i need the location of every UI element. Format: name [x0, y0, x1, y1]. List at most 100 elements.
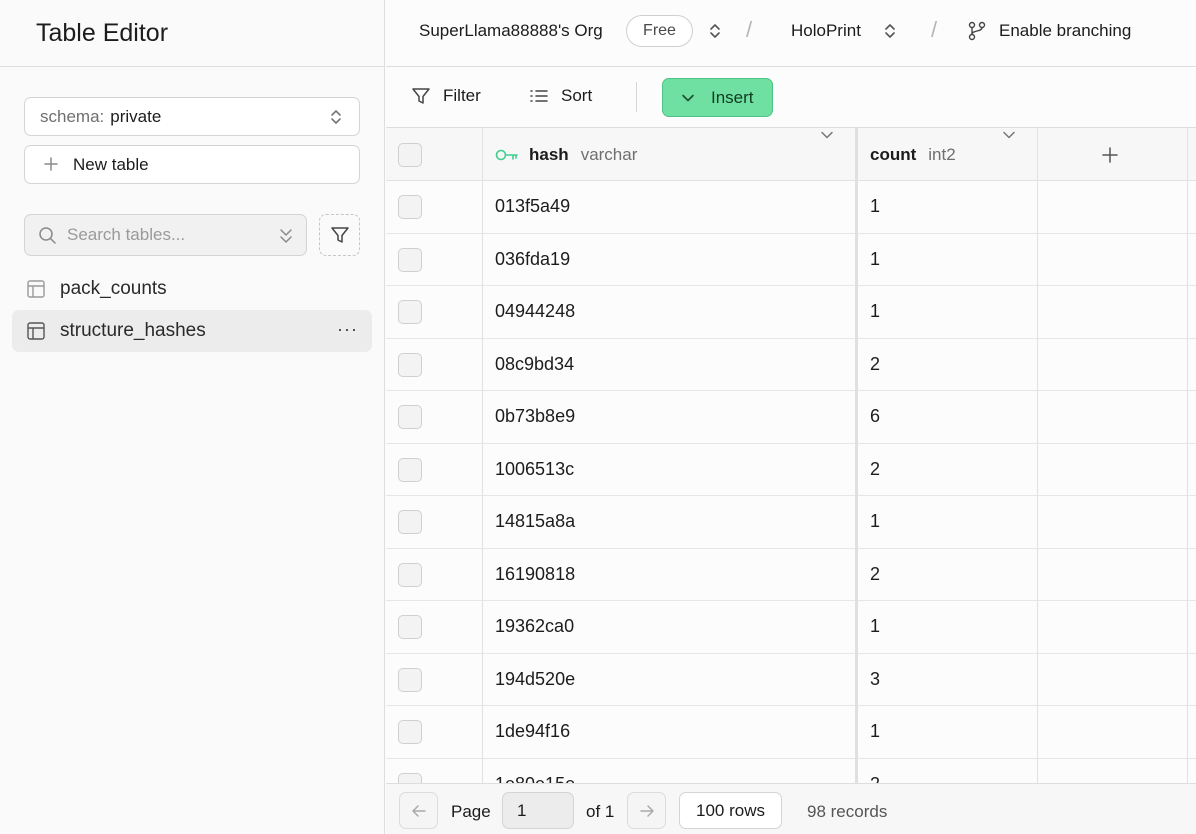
org-name[interactable]: SuperLlama88888's Org — [419, 21, 603, 41]
table-row[interactable]: 08c9bd34 2 — [386, 339, 1196, 391]
next-page-button[interactable] — [627, 792, 666, 829]
table-row[interactable]: 194d520e 3 — [386, 654, 1196, 706]
column-separator — [1187, 128, 1188, 783]
cell-hash[interactable]: 04944248 — [495, 301, 575, 322]
row-checkbox[interactable] — [398, 352, 422, 377]
cell-hash[interactable]: 1e80e15e — [495, 774, 575, 784]
row-checkbox[interactable] — [398, 195, 422, 219]
table-row[interactable]: 19362ca0 1 — [386, 601, 1196, 654]
arrow-left-icon — [411, 803, 427, 819]
cell-hash[interactable]: 013f5a49 — [495, 196, 570, 217]
filter-button[interactable]: Filter — [411, 86, 481, 106]
sidebar-header: Table Editor — [0, 0, 384, 67]
sort-button[interactable]: Sort — [529, 86, 592, 106]
cell-hash[interactable]: 036fda19 — [495, 249, 570, 270]
page-number-input[interactable] — [502, 792, 574, 829]
toolbar: Filter Sort Insert — [386, 68, 1196, 128]
column-header-count[interactable]: count int2 — [870, 128, 956, 181]
chevron-updown-icon — [329, 108, 343, 131]
table-name: pack_counts — [60, 278, 167, 299]
row-checkbox[interactable] — [398, 667, 422, 692]
cell-count[interactable]: 2 — [870, 774, 880, 784]
cell-hash[interactable]: 16190818 — [495, 564, 575, 585]
row-checkbox[interactable] — [398, 772, 422, 783]
search-tables-input[interactable] — [67, 225, 267, 245]
table-row[interactable]: 04944248 1 — [386, 286, 1196, 339]
project-name[interactable]: HoloPrint — [791, 21, 861, 41]
filter-icon — [411, 86, 443, 106]
cell-count[interactable]: 1 — [870, 616, 880, 637]
cell-hash[interactable]: 08c9bd34 — [495, 354, 574, 375]
enable-branching-button[interactable]: Enable branching — [999, 21, 1131, 41]
column-resize-handle[interactable] — [855, 128, 858, 783]
row-checkbox[interactable] — [398, 510, 422, 534]
column-header-hash[interactable]: hash varchar — [495, 128, 637, 181]
chevron-double-down-icon[interactable] — [278, 226, 294, 251]
funnel-icon — [330, 225, 350, 245]
cell-count[interactable]: 3 — [870, 669, 880, 690]
table-row[interactable]: 036fda19 1 — [386, 234, 1196, 286]
project-switch-chevron-icon[interactable] — [883, 21, 897, 46]
page-label: Page — [451, 802, 491, 821]
insert-button[interactable]: Insert — [662, 78, 773, 117]
cell-hash[interactable]: 14815a8a — [495, 511, 575, 532]
key-icon — [495, 148, 519, 162]
cell-hash[interactable]: 194d520e — [495, 669, 575, 690]
table-row[interactable]: 1006513c 2 — [386, 444, 1196, 496]
column-separator — [482, 128, 483, 783]
table-row[interactable]: 013f5a49 1 — [386, 181, 1196, 234]
cell-hash[interactable]: 1006513c — [495, 459, 574, 480]
row-checkbox[interactable] — [398, 562, 422, 587]
add-column-button[interactable] — [1102, 142, 1118, 170]
column-name: count — [870, 144, 917, 164]
rows-per-page-button[interactable]: 100 rows — [679, 792, 782, 829]
table-row[interactable]: 14815a8a 1 — [386, 496, 1196, 549]
cell-count[interactable]: 2 — [870, 459, 880, 480]
table-name: structure_hashes — [60, 320, 206, 341]
row-checkbox[interactable] — [398, 720, 422, 744]
column-menu-chevron-icon[interactable] — [820, 128, 834, 142]
filter-tables-button[interactable] — [319, 214, 360, 256]
schema-value: private — [110, 106, 162, 126]
previous-page-button[interactable] — [399, 792, 438, 829]
column-type: int2 — [928, 144, 956, 164]
sidebar-item-pack-counts[interactable]: pack_counts — [12, 268, 372, 310]
data-grid: hash varchar count int2 013f5a49 1 036fda1… — [386, 128, 1196, 783]
org-switch-chevron-icon[interactable] — [708, 21, 722, 46]
cell-count[interactable]: 1 — [870, 511, 880, 532]
search-tables-box[interactable] — [24, 214, 307, 256]
select-all-checkbox[interactable] — [398, 143, 422, 167]
column-name: hash — [529, 144, 569, 164]
cell-count[interactable]: 1 — [870, 301, 880, 322]
pagination-footer: Page of 1 100 rows 98 records — [386, 783, 1196, 834]
plus-icon — [43, 154, 59, 176]
row-checkbox[interactable] — [398, 300, 422, 324]
row-checkbox[interactable] — [398, 247, 422, 272]
cell-hash[interactable]: 1de94f16 — [495, 721, 570, 742]
row-checkbox[interactable] — [398, 615, 422, 639]
table-row[interactable]: 16190818 2 — [386, 549, 1196, 601]
cell-count[interactable]: 6 — [870, 406, 880, 427]
more-options-icon[interactable]: ··· — [337, 319, 358, 340]
schema-select[interactable]: schema: private — [24, 97, 360, 136]
cell-count[interactable]: 1 — [870, 196, 880, 217]
cell-count[interactable]: 2 — [870, 564, 880, 585]
table-icon — [26, 321, 46, 341]
cell-count[interactable]: 2 — [870, 354, 880, 375]
breadcrumb-separator: / — [931, 17, 938, 42]
row-checkbox[interactable] — [398, 457, 422, 482]
insert-label: Insert — [711, 87, 754, 107]
row-checkbox[interactable] — [398, 405, 422, 429]
cell-count[interactable]: 1 — [870, 721, 880, 742]
table-row[interactable]: 0b73b8e9 6 — [386, 391, 1196, 444]
table-row[interactable]: 1de94f16 1 — [386, 706, 1196, 759]
cell-hash[interactable]: 19362ca0 — [495, 616, 574, 637]
cell-hash[interactable]: 0b73b8e9 — [495, 406, 575, 427]
table-row[interactable]: 1e80e15e 2 — [386, 759, 1196, 784]
column-menu-chevron-icon[interactable] — [1002, 128, 1016, 142]
sidebar-item-structure-hashes[interactable]: structure_hashes ··· — [12, 310, 372, 352]
breadcrumb-separator: / — [746, 17, 753, 42]
new-table-button[interactable]: New table — [24, 145, 360, 184]
chevron-down-icon — [681, 91, 711, 105]
cell-count[interactable]: 1 — [870, 249, 880, 270]
